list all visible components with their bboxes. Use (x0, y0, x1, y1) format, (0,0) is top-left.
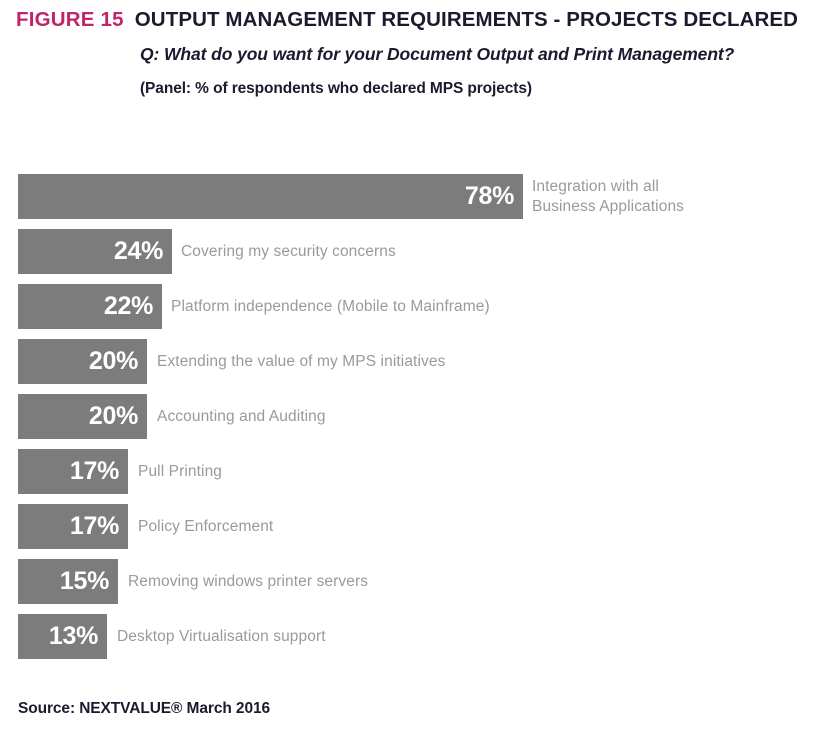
bar-category-label: Integration with all Business Applicatio… (532, 178, 685, 215)
bar[interactable]: 20% (18, 339, 147, 384)
bar-value-label: 24% (113, 237, 163, 265)
bar-category-label: Covering my security concerns (181, 242, 396, 260)
bar-row: 22% Platform independence (Mobile to Main… (0, 284, 826, 339)
bar-category-label: Accounting and Auditing (157, 407, 326, 425)
bar-row: 17% Policy Enforcement (0, 504, 826, 559)
panel-note: (Panel: % of respondents who declared MP… (140, 80, 532, 97)
bar-value-label: 15% (59, 567, 109, 595)
figure-title: OUTPUT MANAGEMENT REQUIREMENTS - PROJECT… (134, 8, 799, 31)
bar-value-label: 20% (88, 347, 138, 375)
bar-row: 13% Desktop Virtualisation support (0, 614, 826, 669)
bar-value-label: 13% (48, 622, 98, 650)
bar-row: 24% Covering my security concerns (0, 229, 826, 284)
bar-value-label: 17% (69, 457, 119, 485)
bar-row: 15% Removing windows printer servers (0, 559, 826, 614)
bar-value-label: 20% (88, 402, 138, 430)
bar-value-label: 22% (103, 292, 153, 320)
bar[interactable]: 20% (18, 394, 147, 439)
bar-row: 20% Extending the value of my MPS initiat… (0, 339, 826, 394)
bar[interactable]: 78% (18, 174, 523, 219)
bar-value-label: 78% (464, 182, 514, 210)
bar[interactable]: 24% (18, 229, 172, 274)
bar[interactable]: 17% (18, 449, 128, 494)
bar-category-label: Removing windows printer servers (128, 572, 369, 590)
figure-number: FIGURE 15 (16, 8, 124, 31)
survey-question: Q: What do you want for your Document Ou… (140, 44, 735, 64)
bar[interactable]: 13% (18, 614, 107, 659)
bar-category-label: Policy Enforcement (138, 517, 274, 535)
bar-value-label: 17% (69, 512, 119, 540)
bar-row: 17% Pull Printing (0, 449, 826, 504)
bar-category-label: Extending the value of my MPS initiative… (157, 352, 446, 370)
page-title: FIGURE 15 OUTPUT MANAGEMENT REQUIREMENTS … (16, 8, 798, 32)
bar[interactable]: 15% (18, 559, 118, 604)
bar[interactable]: 22% (18, 284, 162, 329)
source-note: Source: NEXTVALUE® March 2016 (18, 700, 271, 717)
bar[interactable]: 17% (18, 504, 128, 549)
bar-row: 20% Accounting and Auditing (0, 394, 826, 449)
bar-category-label: Platform independence (Mobile to Mainfra… (171, 297, 490, 315)
bar-category-label: Desktop Virtualisation support (117, 627, 326, 645)
bar-chart: 78% Integration with all Business Applica… (0, 174, 826, 669)
bar-row: 78% Integration with all Business Applica… (0, 174, 826, 229)
bar-category-label: Pull Printing (138, 462, 223, 480)
